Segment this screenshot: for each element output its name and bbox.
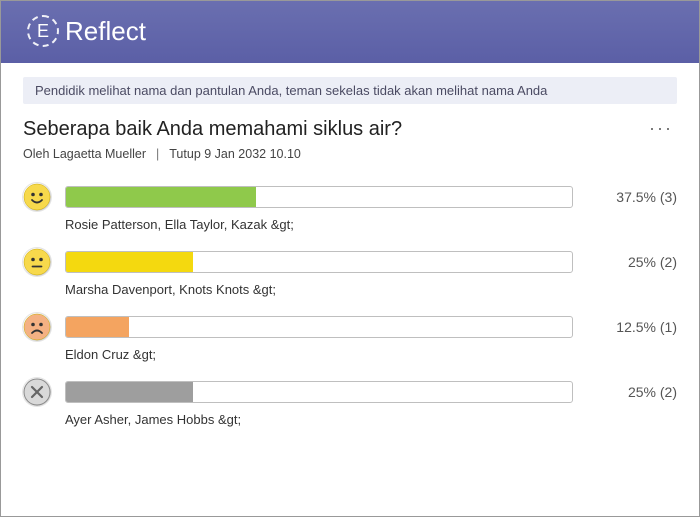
result-bar	[65, 186, 573, 208]
logo-letter-icon: E	[27, 15, 59, 47]
sad-face-icon	[23, 313, 51, 341]
app-header: E Reflect	[1, 1, 699, 63]
result-percent: 12.5% (1)	[587, 319, 677, 335]
result-row: 12.5% (1) Eldon Cruz &gt;	[23, 313, 677, 362]
happy-face-icon	[23, 183, 51, 211]
respondent-names[interactable]: Eldon Cruz &gt;	[65, 347, 677, 362]
result-bar-fill	[66, 317, 129, 337]
neutral-face-icon	[23, 248, 51, 276]
result-row: 25% (2) Marsha Davenport, Knots Knots &gt…	[23, 248, 677, 297]
result-row: 25% (2) Ayer Asher, James Hobbs &gt;	[23, 378, 677, 427]
result-bar	[65, 381, 573, 403]
result-bar	[65, 251, 573, 273]
result-bar	[65, 316, 573, 338]
author-label: Oleh Lagaetta Mueller	[23, 147, 146, 161]
meta-separator: |	[156, 147, 159, 161]
result-percent: 37.5% (3)	[587, 189, 677, 205]
result-percent: 25% (2)	[587, 254, 677, 270]
result-bar-fill	[66, 252, 193, 272]
none-face-icon	[23, 378, 51, 406]
results-list: 37.5% (3) Rosie Patterson, Ella Taylor, K…	[23, 183, 677, 427]
reflect-window: E Reflect Pendidik melihat nama dan pant…	[0, 0, 700, 517]
app-name: Reflect	[65, 16, 146, 47]
respondent-names[interactable]: Ayer Asher, James Hobbs &gt;	[65, 412, 677, 427]
more-options-button[interactable]: ···	[645, 118, 677, 139]
respondent-names[interactable]: Marsha Davenport, Knots Knots &gt;	[65, 282, 677, 297]
result-row: 37.5% (3) Rosie Patterson, Ella Taylor, K…	[23, 183, 677, 232]
result-percent: 25% (2)	[587, 384, 677, 400]
privacy-notice: Pendidik melihat nama dan pantulan Anda,…	[23, 77, 677, 104]
close-time: Tutup 9 Jan 2032 10.10	[169, 147, 301, 161]
respondent-names[interactable]: Rosie Patterson, Ella Taylor, Kazak &gt;	[65, 217, 677, 232]
result-bar-fill	[66, 187, 256, 207]
result-bar-fill	[66, 382, 193, 402]
app-logo: E Reflect	[27, 15, 146, 47]
poll-meta: Oleh Lagaetta Mueller | Tutup 9 Jan 2032…	[23, 147, 402, 161]
poll-question: Seberapa baik Anda memahami siklus air?	[23, 118, 402, 141]
content-area: Pendidik melihat nama dan pantulan Anda,…	[1, 63, 699, 516]
